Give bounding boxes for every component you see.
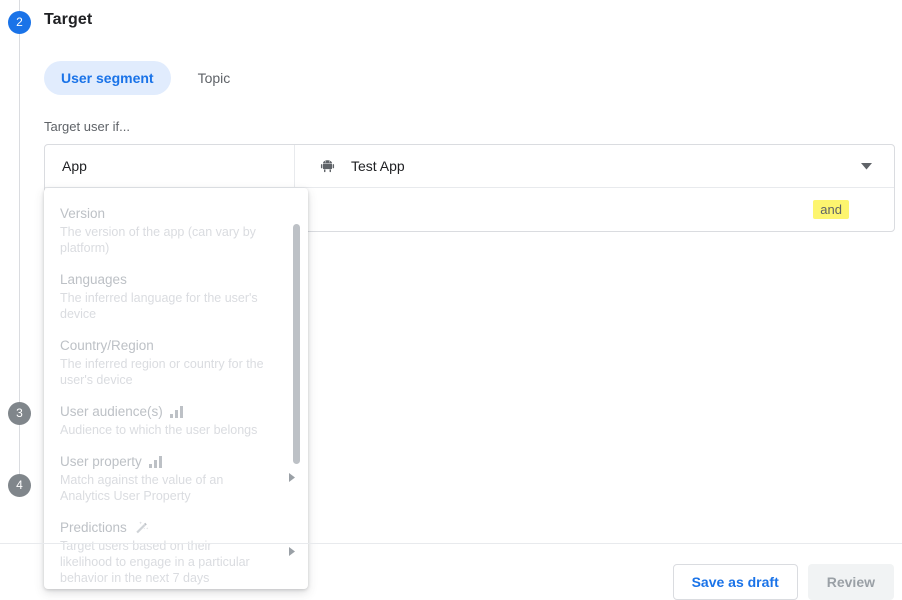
menu-item-predictions[interactable]: Predictions Target users based on their … [44, 511, 308, 589]
menu-item-label: Predictions [60, 520, 127, 535]
menu-item-label: Version [60, 206, 106, 221]
menu-item-description: The version of the app (can vary by plat… [60, 225, 256, 255]
dropdown-scroll-area: Version The version of the app (can vary… [44, 188, 308, 589]
target-condition-label: Target user if... [44, 119, 130, 134]
bar-chart-icon [148, 455, 163, 468]
menu-item-title: Country/Region [60, 336, 278, 355]
menu-item-label: Country/Region [60, 338, 154, 353]
step-badge-4[interactable]: 4 [8, 474, 31, 497]
magic-wand-icon [134, 520, 149, 535]
android-icon [320, 159, 335, 173]
bar-chart-icon [169, 405, 184, 418]
menu-item-user-property[interactable]: User property Match against the value of… [44, 445, 308, 511]
save-as-draft-button[interactable]: Save as draft [672, 564, 798, 600]
value-text: Test App [351, 158, 405, 174]
stepper-rail: 2 3 4 [0, 0, 40, 593]
review-button: Review [807, 564, 894, 600]
rail-segment [19, 34, 20, 402]
menu-item-title: Version [60, 204, 278, 223]
menu-item-description: Audience to which the user belongs [60, 423, 258, 437]
menu-item-user-audiences[interactable]: User audience(s) Audience to which the u… [44, 395, 308, 445]
condition-row: App Test App [45, 144, 894, 188]
rail-segment [19, 0, 20, 11]
footer-divider [0, 543, 902, 544]
menu-item-title: Predictions [60, 518, 278, 537]
dimension-select[interactable]: App [45, 144, 295, 188]
value-select[interactable]: Test App [295, 145, 894, 188]
menu-item-label: User property [60, 454, 142, 469]
dropdown-scrollbar-track[interactable] [293, 197, 304, 583]
connector-chip-and[interactable]: and [813, 200, 849, 219]
submenu-arrow-icon[interactable] [289, 543, 295, 561]
rail-segment [19, 425, 20, 474]
menu-item-title: Languages [60, 270, 278, 289]
menu-item-description: Target users based on their likelihood t… [60, 539, 250, 585]
menu-item-description: The inferred language for the user's dev… [60, 291, 258, 321]
tab-bar: User segment Topic [44, 61, 247, 95]
dimension-dropdown-menu[interactable]: Version The version of the app (can vary… [44, 188, 308, 589]
tab-user-segment[interactable]: User segment [44, 61, 171, 95]
tab-topic[interactable]: Topic [181, 61, 248, 95]
menu-item-description: Match against the value of an Analytics … [60, 473, 224, 503]
menu-item-label: User audience(s) [60, 404, 163, 419]
menu-item-title: User property [60, 452, 278, 471]
step-badge-2: 2 [8, 11, 31, 34]
footer-actions: Save as draft Review [672, 564, 894, 600]
menu-item-languages[interactable]: Languages The inferred language for the … [44, 263, 308, 329]
page-title: Target [44, 11, 93, 28]
dropdown-scrollbar-thumb[interactable] [293, 224, 300, 464]
menu-item-country-region[interactable]: Country/Region The inferred region or co… [44, 329, 308, 395]
step-badge-3[interactable]: 3 [8, 402, 31, 425]
chevron-down-icon[interactable] [861, 162, 872, 170]
menu-item-version[interactable]: Version The version of the app (can vary… [44, 197, 308, 263]
menu-item-description: The inferred region or country for the u… [60, 357, 264, 387]
menu-item-label: Languages [60, 272, 127, 287]
menu-item-title: User audience(s) [60, 402, 278, 421]
submenu-arrow-icon[interactable] [289, 469, 295, 487]
